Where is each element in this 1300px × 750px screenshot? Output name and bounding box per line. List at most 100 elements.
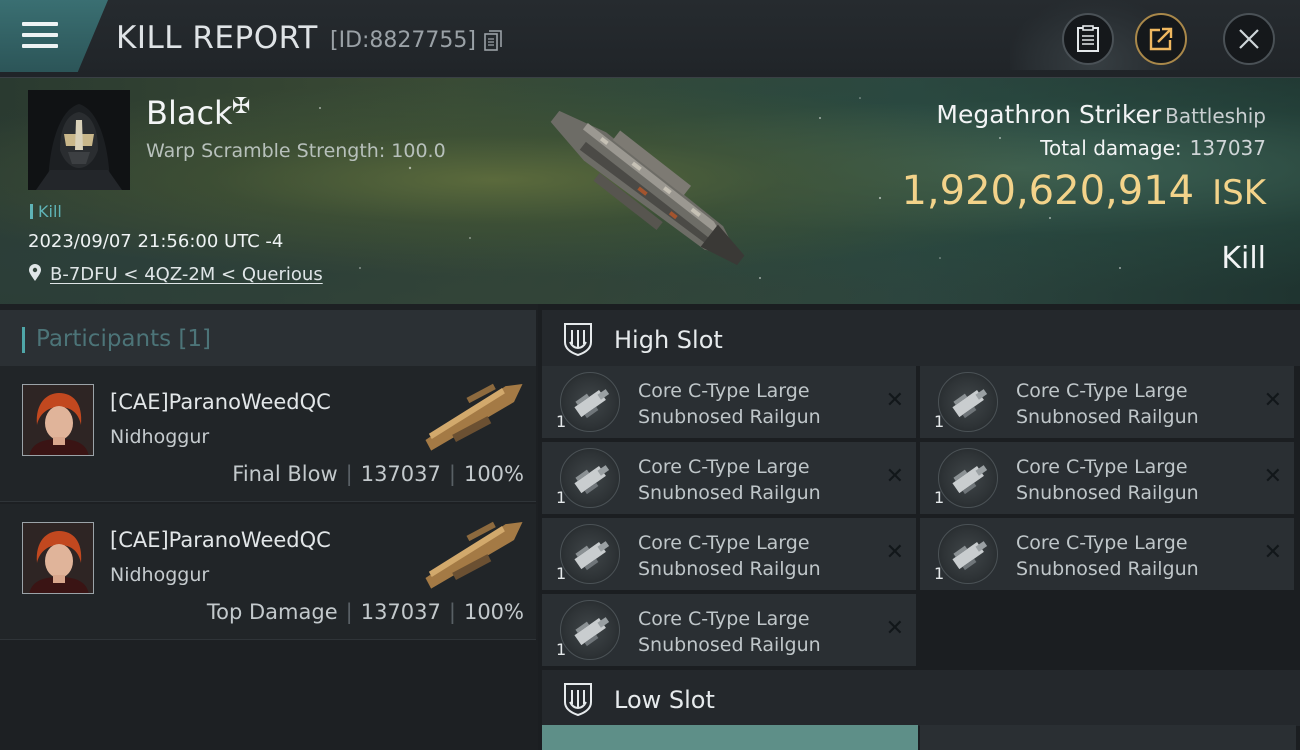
module-item[interactable]: 1 Core C-Type Large Snubnosed Railgun ✕: [920, 442, 1294, 514]
ship-name[interactable]: Megathron Striker: [936, 100, 1161, 129]
module-quantity: 1: [556, 488, 567, 507]
destroyed-x-icon: ✕: [1263, 388, 1282, 413]
module-item[interactable]: 1 Core C-Type Large Snubnosed Railgun ✕: [542, 594, 916, 666]
participant-stats: Top Damage | 137037 | 100%: [206, 600, 524, 624]
isk-value: 1,920,620,914 ISK: [901, 168, 1266, 214]
module-item[interactable]: 1 Core C-Type Large Snubnosed Railgun ✕: [542, 366, 916, 438]
menu-button[interactable]: [0, 0, 108, 72]
kill-tag-label: Kill: [38, 202, 62, 221]
railgun-icon: [560, 600, 620, 660]
high-slot-title: High Slot: [614, 326, 723, 354]
participant-damage: 137037: [360, 462, 441, 486]
module-quantity: 1: [934, 412, 945, 431]
low-slot-module-partial[interactable]: [542, 725, 918, 750]
module-item[interactable]: 1 Core C-Type Large Snubnosed Railgun ✕: [920, 518, 1294, 590]
participant-role: Final Blow: [232, 462, 338, 486]
victim-banner: Black ✠ Warp Scramble Strength: 100.0 Ki…: [0, 78, 1300, 304]
fitting-panel: High Slot 1 Core C-Type Large Snubnosed …: [538, 304, 1300, 750]
module-name: Core C-Type Large Snubnosed Railgun: [1016, 532, 1199, 580]
participant-stats: Final Blow | 137037 | 100%: [232, 462, 524, 486]
total-damage-label: Total damage:: [1040, 136, 1182, 160]
module-quantity: 1: [556, 640, 567, 659]
close-button[interactable]: [1223, 13, 1275, 65]
high-slot-header: High Slot: [542, 310, 1300, 366]
module-name: Core C-Type Large Snubnosed Railgun: [1016, 456, 1199, 504]
kill-datetime: 2023/09/07 21:56:00 UTC -4: [28, 231, 284, 252]
railgun-icon: [938, 448, 998, 508]
railgun-icon: [938, 372, 998, 432]
participants-count: [1]: [178, 326, 212, 352]
clipboard-icon: [1077, 25, 1099, 52]
destroyed-x-icon: ✕: [1263, 540, 1282, 565]
clipboard-button[interactable]: [1062, 13, 1114, 65]
participant-ship: Nidhoggur: [110, 564, 210, 586]
location-link[interactable]: B-7DFU < 4QZ-2M < Querious: [50, 264, 323, 285]
participant-avatar[interactable]: [22, 384, 94, 456]
railgun-icon: [560, 372, 620, 432]
header-bar: KILL REPORT [ID:8827755]: [0, 0, 1300, 78]
ship-class: Battleship: [1165, 104, 1266, 128]
cross-pattee-icon[interactable]: ✠: [232, 94, 250, 119]
module-name: Core C-Type Large Snubnosed Railgun: [638, 456, 821, 504]
report-id: [ID:8827755]: [330, 28, 476, 53]
kill-status: Kill: [1221, 241, 1266, 276]
victim-name[interactable]: Black: [146, 94, 233, 132]
destroyed-x-icon: ✕: [885, 616, 904, 641]
page-title: KILL REPORT: [116, 20, 318, 56]
share-icon: [1149, 27, 1173, 51]
participant-damage: 137037: [360, 600, 441, 624]
isk-unit: ISK: [1212, 173, 1266, 213]
participant-percent: 100%: [463, 600, 524, 624]
module-item[interactable]: 1 Core C-Type Large Snubnosed Railgun ✕: [542, 442, 916, 514]
participant-row[interactable]: [CAE]ParanoWeedQC Nidhoggur Top Damage | 1…: [0, 504, 536, 640]
victim-avatar[interactable]: [28, 90, 130, 190]
total-damage-value: 137037: [1189, 136, 1266, 160]
participant-name[interactable]: [CAE]ParanoWeedQC: [110, 528, 331, 552]
total-damage: Total damage: 137037: [1040, 136, 1266, 160]
railgun-icon: [560, 524, 620, 584]
kill-tag: Kill: [30, 202, 62, 221]
ship-title[interactable]: Megathron Striker Battleship: [936, 100, 1266, 129]
module-item[interactable]: 1 Core C-Type Large Snubnosed Railgun ✕: [542, 518, 916, 590]
destroyed-x-icon: ✕: [885, 464, 904, 489]
location[interactable]: B-7DFU < 4QZ-2M < Querious: [28, 264, 323, 285]
isk-amount: 1,920,620,914: [901, 168, 1195, 214]
module-quantity: 1: [934, 564, 945, 583]
module-name: Core C-Type Large Snubnosed Railgun: [638, 532, 821, 580]
hamburger-menu-icon[interactable]: [22, 22, 58, 48]
warp-scramble-text: Warp Scramble Strength: 100.0: [146, 140, 446, 162]
nidhoggur-ship-image: [425, 521, 523, 589]
location-pin-icon: [29, 264, 41, 281]
participants-header: Participants [1]: [0, 310, 536, 366]
low-slot-module-partial[interactable]: [920, 725, 1296, 750]
nidhoggur-ship-image: [425, 383, 523, 451]
module-name: Core C-Type Large Snubnosed Railgun: [1016, 380, 1199, 428]
slot-emblem-icon: [564, 683, 592, 716]
copy-icon[interactable]: [484, 30, 502, 52]
module-item[interactable]: 1 Core C-Type Large Snubnosed Railgun ✕: [920, 366, 1294, 438]
low-slot-title: Low Slot: [614, 686, 715, 714]
participant-ship: Nidhoggur: [110, 426, 210, 448]
participants-panel: Participants [1] [CAE]ParanoWeedQC Nidho…: [0, 304, 538, 750]
megathron-ship-image: [550, 110, 745, 266]
participant-role: Top Damage: [206, 600, 338, 624]
participant-percent: 100%: [463, 462, 524, 486]
participant-name[interactable]: [CAE]ParanoWeedQC: [110, 390, 331, 414]
destroyed-x-icon: ✕: [1263, 464, 1282, 489]
module-name: Core C-Type Large Snubnosed Railgun: [638, 608, 821, 656]
close-icon: [1239, 29, 1259, 49]
module-quantity: 1: [556, 412, 567, 431]
module-name: Core C-Type Large Snubnosed Railgun: [638, 380, 821, 428]
railgun-icon: [938, 524, 998, 584]
low-slot-header: Low Slot: [542, 670, 1300, 726]
railgun-icon: [560, 448, 620, 508]
participant-row[interactable]: [CAE]ParanoWeedQC Nidhoggur Final Blow | 1…: [0, 366, 536, 502]
module-quantity: 1: [556, 564, 567, 583]
slot-emblem-icon: [564, 323, 592, 356]
destroyed-x-icon: ✕: [885, 540, 904, 565]
share-button[interactable]: [1135, 13, 1187, 65]
module-quantity: 1: [934, 488, 945, 507]
participants-title: Participants: [36, 326, 172, 352]
destroyed-x-icon: ✕: [885, 388, 904, 413]
participant-avatar[interactable]: [22, 522, 94, 594]
